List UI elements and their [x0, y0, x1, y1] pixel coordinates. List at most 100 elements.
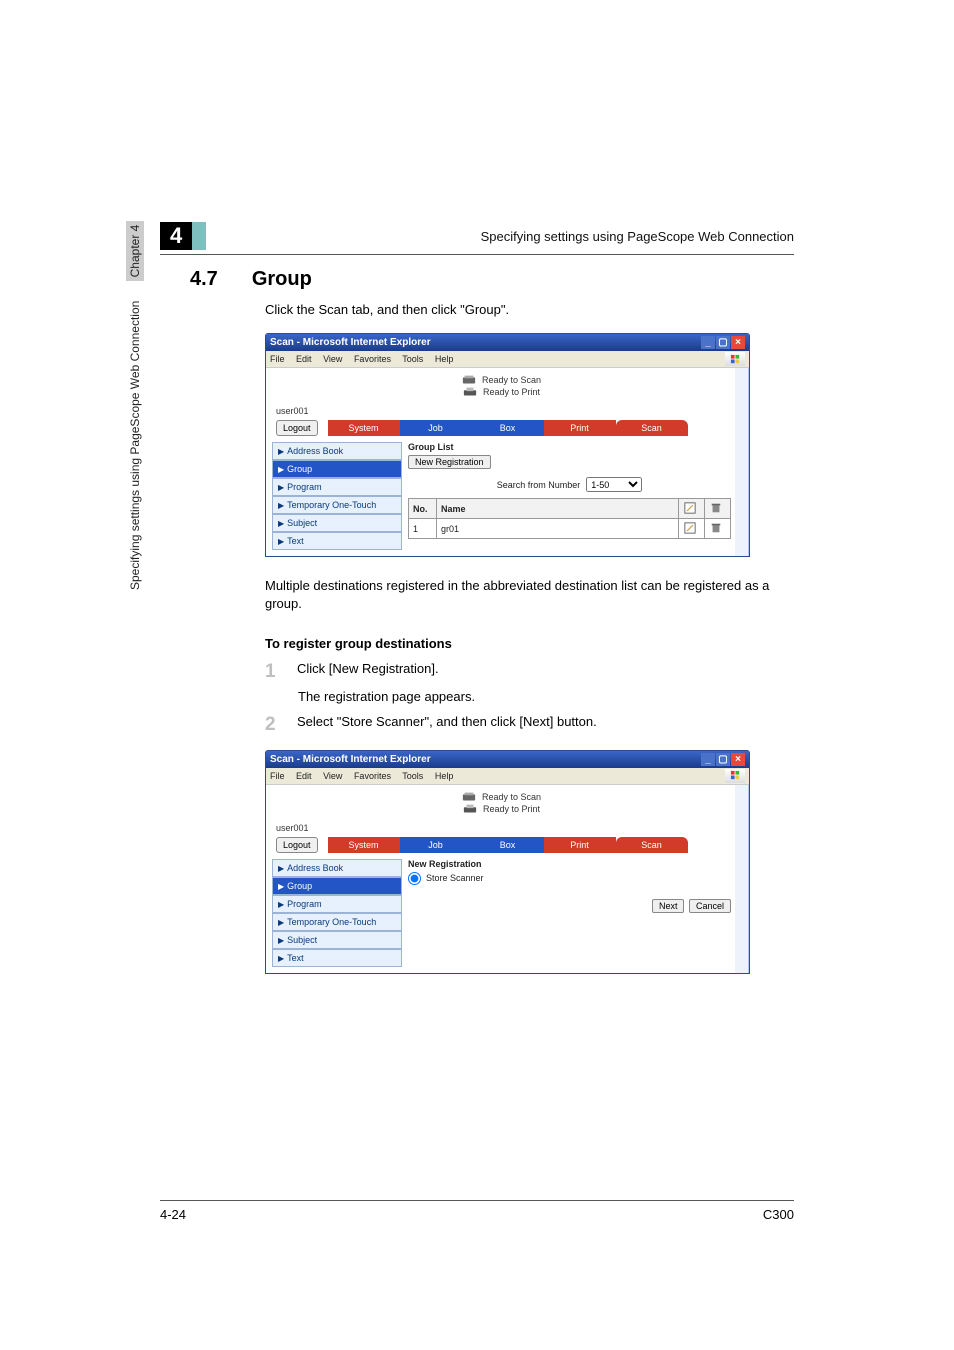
menubar: File Edit View Favorites Tools Help [266, 351, 749, 368]
menu-items: File Edit View Favorites Tools Help [270, 354, 462, 364]
close-button[interactable]: × [731, 336, 745, 349]
cell-name: gr01 [437, 519, 679, 539]
tab-print[interactable]: Print [544, 420, 616, 436]
tab-job[interactable]: Job [400, 420, 472, 436]
step-text: Select "Store Scanner", and then click [… [297, 714, 597, 736]
scrollbar[interactable] [735, 785, 749, 973]
minimize-button[interactable]: _ [701, 753, 715, 766]
maximize-button[interactable]: ▢ [716, 753, 730, 766]
cancel-button[interactable]: Cancel [689, 899, 731, 913]
menu-help[interactable]: Help [435, 771, 454, 781]
ie-window-new-registration: Scan - Microsoft Internet Explorer _ ▢ ×… [265, 750, 750, 974]
logout-button[interactable]: Logout [276, 420, 318, 436]
table-row: 1 gr01 [409, 519, 731, 539]
tab-system[interactable]: System [328, 420, 400, 436]
section-intro: Click the Scan tab, and then click "Grou… [265, 301, 794, 319]
th-name: Name [437, 499, 679, 519]
tab-scan[interactable]: Scan [616, 837, 688, 853]
side-tab: Specifying settings using PageScope Web … [128, 221, 142, 590]
new-registration-button[interactable]: New Registration [408, 455, 491, 469]
chapter-badge-accent [192, 222, 206, 250]
menu-edit[interactable]: Edit [296, 771, 312, 781]
search-range-select[interactable]: 1-50 [586, 477, 642, 492]
sidenav-temporary[interactable]: ▶Temporary One-Touch [272, 913, 402, 931]
next-button[interactable]: Next [652, 899, 685, 913]
sidenav-group[interactable]: ▶Group [272, 460, 402, 478]
tab-print[interactable]: Print [544, 837, 616, 853]
sidenav-program[interactable]: ▶Program [272, 478, 402, 496]
sidenav-label-program: Program [287, 482, 322, 492]
side-tab-text: Specifying settings using PageScope Web … [128, 301, 142, 590]
menu-tools[interactable]: Tools [402, 771, 423, 781]
status-scan: Ready to Scan [482, 375, 541, 385]
section-heading: 4.7 Group [190, 268, 794, 291]
subheading: To register group destinations [265, 636, 794, 651]
maximize-button[interactable]: ▢ [716, 336, 730, 349]
menu-file[interactable]: File [270, 771, 285, 781]
menu-view[interactable]: View [323, 354, 342, 364]
main-pane-new-registration: New Registration Store Scanner Next Canc… [408, 859, 731, 967]
sidenav-addressbook[interactable]: ▶Address Book [272, 859, 402, 877]
sidenav-group[interactable]: ▶Group [272, 877, 402, 895]
scrollbar[interactable] [735, 368, 749, 556]
top-tabs: Logout System Job Box Print Scan [272, 837, 731, 853]
sidenav-temporary[interactable]: ▶Temporary One-Touch [272, 496, 402, 514]
radio-input[interactable] [408, 872, 421, 885]
menu-help[interactable]: Help [435, 354, 454, 364]
window-title: Scan - Microsoft Internet Explorer [270, 337, 431, 348]
logout-button[interactable]: Logout [276, 837, 318, 853]
section-mid-text: Multiple destinations registered in the … [265, 577, 794, 613]
sidenav-subject[interactable]: ▶Subject [272, 931, 402, 949]
sidenav-addressbook[interactable]: ▶Address Book [272, 442, 402, 460]
group-table: No. Name [408, 498, 731, 539]
pane-title: Group List [408, 442, 731, 452]
sidenav-program[interactable]: ▶Program [272, 895, 402, 913]
trash-icon[interactable] [709, 501, 723, 515]
cell-edit [679, 519, 705, 539]
th-delete [705, 499, 731, 519]
table-header-row: No. Name [409, 499, 731, 519]
step-text: Click [New Registration]. [297, 661, 439, 683]
minimize-button[interactable]: _ [701, 336, 715, 349]
menu-edit[interactable]: Edit [296, 354, 312, 364]
tab-box[interactable]: Box [472, 837, 544, 853]
top-tabs: Logout System Job Box Print Scan [272, 420, 731, 436]
button-row: Next Cancel [408, 899, 731, 913]
trash-icon[interactable] [709, 521, 723, 535]
scanner-icon [462, 374, 476, 386]
titlebar: Scan - Microsoft Internet Explorer _ ▢ × [266, 334, 749, 351]
step-1-result: The registration page appears. [298, 689, 794, 704]
cell-no: 1 [409, 519, 437, 539]
close-button[interactable]: × [731, 753, 745, 766]
th-no: No. [409, 499, 437, 519]
sidenav-label-group: Group [287, 464, 312, 474]
page-footer: 4-24 C300 [160, 1200, 794, 1222]
menu-favorites[interactable]: Favorites [354, 771, 391, 781]
th-edit [679, 499, 705, 519]
status-print: Ready to Print [483, 804, 540, 814]
tab-scan[interactable]: Scan [616, 420, 688, 436]
step-number: 1 [265, 661, 279, 683]
chapter-number-badge: 4 [160, 222, 206, 250]
menu-favorites[interactable]: Favorites [354, 354, 391, 364]
sidenav-subject[interactable]: ▶Subject [272, 514, 402, 532]
menu-tools[interactable]: Tools [402, 354, 423, 364]
radio-store-scanner[interactable]: Store Scanner [408, 872, 731, 885]
tab-box[interactable]: Box [472, 420, 544, 436]
ie-flag-icon [725, 352, 745, 366]
sidenav-text[interactable]: ▶Text [272, 949, 402, 967]
tab-job[interactable]: Job [400, 837, 472, 853]
edit-icon[interactable] [683, 521, 697, 535]
search-label: Search from Number [497, 480, 581, 490]
page-header-title: Specifying settings using PageScope Web … [481, 229, 794, 244]
menu-file[interactable]: File [270, 354, 285, 364]
tab-system[interactable]: System [328, 837, 400, 853]
menu-view[interactable]: View [323, 771, 342, 781]
sidenav-label-addressbook: Address Book [287, 863, 343, 873]
user-id: user001 [272, 406, 731, 416]
footer-page-number: 4-24 [160, 1207, 186, 1222]
section-number: 4.7 [190, 268, 218, 291]
edit-icon[interactable] [683, 501, 697, 515]
sidenav-text[interactable]: ▶Text [272, 532, 402, 550]
printer-icon [463, 386, 477, 398]
